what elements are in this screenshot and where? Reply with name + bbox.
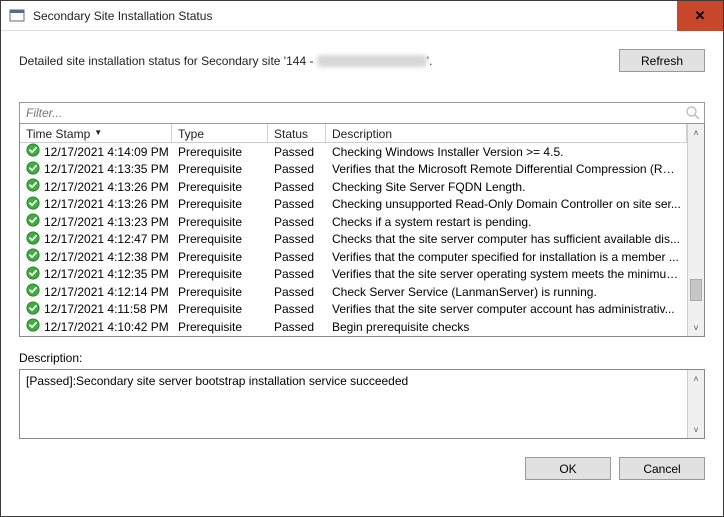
- column-header-description[interactable]: Description: [326, 124, 687, 142]
- window-title: Secondary Site Installation Status: [33, 9, 677, 23]
- table-row[interactable]: 12/17/2021 4:13:23 PMPrerequisitePassedC…: [20, 213, 687, 231]
- scroll-track[interactable]: [688, 387, 704, 421]
- cell-description: Checking unsupported Read-Only Domain Co…: [326, 197, 687, 211]
- grid-header: Time Stamp ▼ Type Status Description: [20, 124, 687, 143]
- check-icon: [26, 231, 40, 248]
- detail-text: Detailed site installation status for Se…: [19, 54, 619, 68]
- cell-status: Passed: [268, 250, 326, 264]
- cell-status: Passed: [268, 267, 326, 281]
- cell-description: Checking Site Server FQDN Length.: [326, 180, 687, 194]
- cell-type: Prerequisite: [172, 267, 268, 281]
- cell-description: Check Server Service (LanmanServer) is r…: [326, 285, 687, 299]
- cell-status: Passed: [268, 197, 326, 211]
- check-icon: [26, 301, 40, 318]
- cancel-button[interactable]: Cancel: [619, 457, 705, 480]
- check-icon: [26, 213, 40, 230]
- cell-timestamp: 12/17/2021 4:12:14 PM: [20, 283, 172, 300]
- cell-status: Passed: [268, 215, 326, 229]
- table-row[interactable]: 12/17/2021 4:12:47 PMPrerequisitePassedC…: [20, 231, 687, 249]
- check-icon: [26, 318, 40, 335]
- search-icon: [685, 105, 701, 121]
- cell-type: Prerequisite: [172, 320, 268, 334]
- cell-type: Prerequisite: [172, 232, 268, 246]
- cell-type: Prerequisite: [172, 197, 268, 211]
- table-row[interactable]: 12/17/2021 4:13:26 PMPrerequisitePassedC…: [20, 196, 687, 214]
- app-icon: [9, 8, 25, 24]
- cell-timestamp: 12/17/2021 4:14:09 PM: [20, 143, 172, 160]
- cell-status: Passed: [268, 320, 326, 334]
- cell-type: Prerequisite: [172, 162, 268, 176]
- column-header-timestamp[interactable]: Time Stamp ▼: [20, 124, 172, 142]
- cell-timestamp: 12/17/2021 4:13:26 PM: [20, 178, 172, 195]
- grid-body[interactable]: 12/17/2021 4:14:09 PMPrerequisitePassedC…: [20, 143, 687, 336]
- close-button[interactable]: ✕: [677, 1, 723, 31]
- detail-prefix: Detailed site installation status for Se…: [19, 54, 317, 68]
- cell-type: Prerequisite: [172, 180, 268, 194]
- table-row[interactable]: 12/17/2021 4:14:09 PMPrerequisitePassedC…: [20, 143, 687, 161]
- table-row[interactable]: 12/17/2021 4:13:26 PMPrerequisitePassedC…: [20, 178, 687, 196]
- table-row[interactable]: 12/17/2021 4:12:38 PMPrerequisitePassedV…: [20, 248, 687, 266]
- check-icon: [26, 161, 40, 178]
- column-header-status[interactable]: Status: [268, 124, 326, 142]
- table-row[interactable]: 12/17/2021 4:12:35 PMPrerequisitePassedV…: [20, 266, 687, 284]
- scroll-thumb[interactable]: [690, 279, 702, 301]
- cell-timestamp: 12/17/2021 4:13:23 PM: [20, 213, 172, 230]
- check-icon: [26, 266, 40, 283]
- scroll-down-icon[interactable]: ˅: [688, 421, 704, 438]
- scroll-up-icon[interactable]: ˄: [688, 124, 704, 141]
- cell-description: Verifies that the site server operating …: [326, 267, 687, 281]
- cell-status: Passed: [268, 180, 326, 194]
- cell-type: Prerequisite: [172, 215, 268, 229]
- cell-description: Checks if a system restart is pending.: [326, 215, 687, 229]
- cell-status: Passed: [268, 232, 326, 246]
- scroll-up-icon[interactable]: ˄: [688, 370, 704, 387]
- table-row[interactable]: 12/17/2021 4:13:35 PMPrerequisitePassedV…: [20, 161, 687, 179]
- check-icon: [26, 178, 40, 195]
- cell-description: Verifies that the Microsoft Remote Diffe…: [326, 162, 687, 176]
- cell-description: Checking Windows Installer Version >= 4.…: [326, 145, 687, 159]
- cell-status: Passed: [268, 285, 326, 299]
- cell-type: Prerequisite: [172, 145, 268, 159]
- cell-timestamp: 12/17/2021 4:12:35 PM: [20, 266, 172, 283]
- description-box[interactable]: [Passed]:Secondary site server bootstrap…: [20, 370, 687, 438]
- cell-status: Passed: [268, 145, 326, 159]
- cell-description: Verifies that the computer specified for…: [326, 250, 687, 264]
- cell-timestamp: 12/17/2021 4:13:35 PM: [20, 161, 172, 178]
- refresh-button[interactable]: Refresh: [619, 49, 705, 72]
- table-row[interactable]: 12/17/2021 4:10:42 PMPrerequisitePassedB…: [20, 318, 687, 336]
- cell-description: Begin prerequisite checks: [326, 320, 687, 334]
- table-row[interactable]: 12/17/2021 4:12:14 PMPrerequisitePassedC…: [20, 283, 687, 301]
- check-icon: [26, 283, 40, 300]
- cell-description: Checks that the site server computer has…: [326, 232, 687, 246]
- check-icon: [26, 196, 40, 213]
- table-row[interactable]: 12/17/2021 4:11:58 PMPrerequisitePassedV…: [20, 301, 687, 319]
- scroll-down-icon[interactable]: ˅: [688, 319, 704, 336]
- titlebar: Secondary Site Installation Status ✕: [1, 1, 723, 31]
- cell-timestamp: 12/17/2021 4:10:42 PM: [20, 318, 172, 335]
- scroll-track[interactable]: [688, 141, 704, 319]
- cell-timestamp: 12/17/2021 4:12:47 PM: [20, 231, 172, 248]
- status-grid: Time Stamp ▼ Type Status Description 12/…: [19, 124, 705, 337]
- cell-timestamp: 12/17/2021 4:13:26 PM: [20, 196, 172, 213]
- ok-button[interactable]: OK: [525, 457, 611, 480]
- grid-scrollbar[interactable]: ˄ ˅: [687, 124, 704, 336]
- cell-status: Passed: [268, 302, 326, 316]
- cell-description: Verifies that the site server computer a…: [326, 302, 687, 316]
- sort-desc-icon: ▼: [94, 128, 102, 137]
- cell-timestamp: 12/17/2021 4:11:58 PM: [20, 301, 172, 318]
- description-label: Description:: [19, 351, 705, 365]
- check-icon: [26, 143, 40, 160]
- description-scrollbar[interactable]: ˄ ˅: [687, 370, 704, 438]
- cell-type: Prerequisite: [172, 250, 268, 264]
- column-header-type[interactable]: Type: [172, 124, 268, 142]
- cell-type: Prerequisite: [172, 302, 268, 316]
- cell-type: Prerequisite: [172, 285, 268, 299]
- cell-status: Passed: [268, 162, 326, 176]
- close-icon: ✕: [695, 8, 706, 24]
- cell-timestamp: 12/17/2021 4:12:38 PM: [20, 248, 172, 265]
- redacted-name: [317, 55, 427, 67]
- check-icon: [26, 248, 40, 265]
- filter-input[interactable]: [19, 102, 705, 124]
